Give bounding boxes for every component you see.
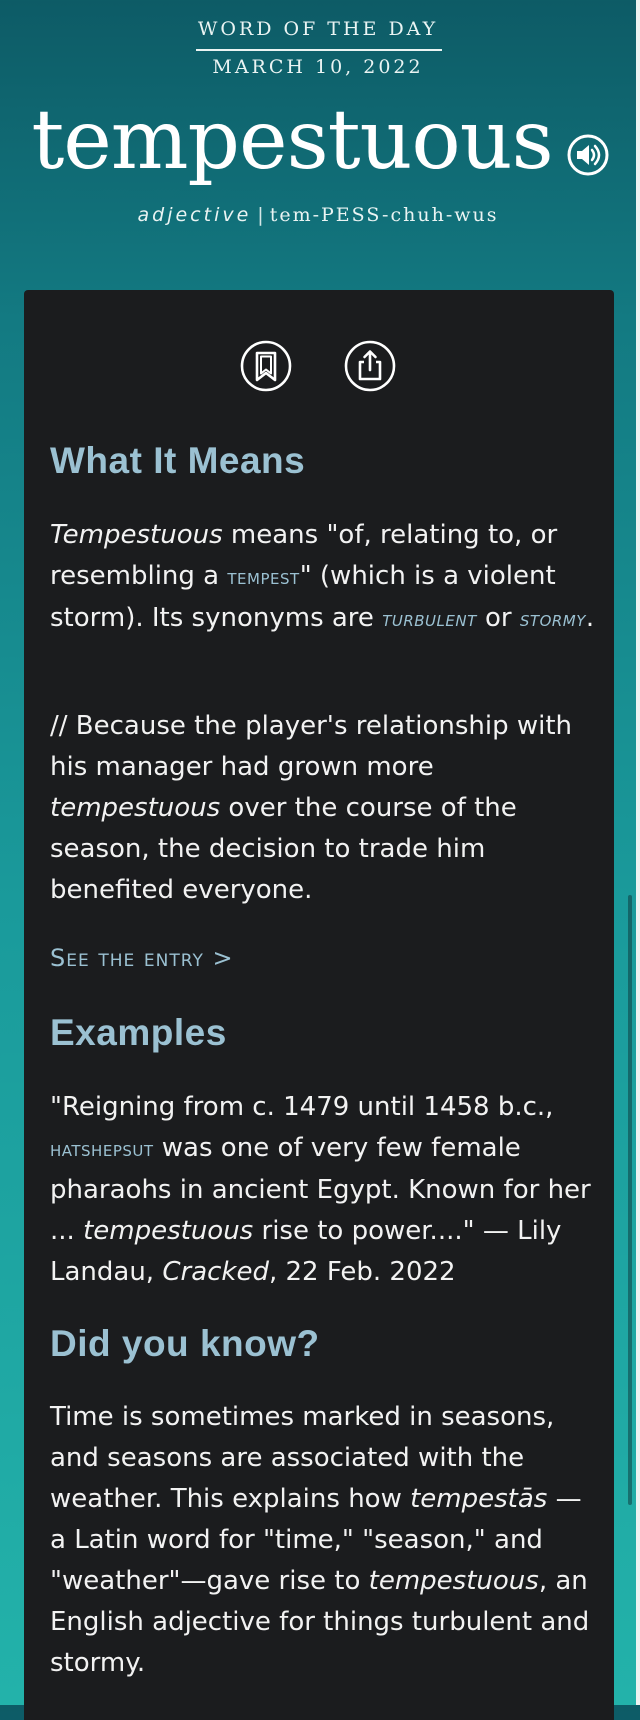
pronunciation-separator: | [257,204,264,226]
word-title: tempestuous [31,93,553,188]
examples-word: tempestuous [83,1216,254,1246]
scrollbar[interactable] [628,895,632,1505]
right-edge-strip [636,0,640,1705]
pronunciation: tem-PESS-chuh-wus [269,204,499,226]
what-it-means-heading: What It Means [50,440,306,481]
tempest-link[interactable]: tempest [227,565,299,589]
dyk-word: tempestuous [368,1566,539,1596]
turbulent-link[interactable]: turbulent [382,607,477,631]
example-sentence: // Because the player's relationship wit… [50,706,595,911]
share-button[interactable] [344,340,396,392]
examples-date: , 22 Feb. 2022 [268,1257,456,1287]
definition-word: Tempestuous [50,520,223,550]
share-icon [344,340,396,392]
synonym-or: or [476,603,520,633]
example-text: // Because the player's relationship wit… [50,711,573,782]
stormy-link[interactable]: stormy [520,607,586,631]
example-word: tempestuous [50,793,221,823]
examples-heading: Examples [50,1012,227,1053]
dyk-latin-word: tempestās [410,1484,548,1514]
word-of-the-day-label: WORD OF THE DAY [197,18,439,40]
pronunciation-line: adjective | tem-PESS-chuh-wus [0,204,636,226]
part-of-speech: adjective [137,204,252,226]
definition-paragraph: Tempestuous means "of, relating to, or r… [50,515,595,640]
bookmark-icon [240,340,292,392]
did-you-know-heading: Did you know? [50,1323,320,1364]
did-you-know-paragraph: Time is sometimes marked in seasons, and… [50,1397,595,1684]
bookmark-button[interactable] [240,340,292,392]
hatshepsut-link[interactable]: Hatshepsut [50,1137,154,1161]
see-entry-link[interactable]: See the entry > [50,944,234,972]
examples-paragraph: "Reigning from c. 1479 until 1458 b.c., … [50,1087,595,1293]
word-date: MARCH 10, 2022 [212,56,424,78]
examples-source: Cracked [162,1257,269,1287]
speaker-icon[interactable] [566,133,610,177]
header-divider [196,49,442,51]
definition-end: . [585,603,595,633]
examples-text: "Reigning from c. 1479 until 1458 b.c., [50,1092,554,1122]
